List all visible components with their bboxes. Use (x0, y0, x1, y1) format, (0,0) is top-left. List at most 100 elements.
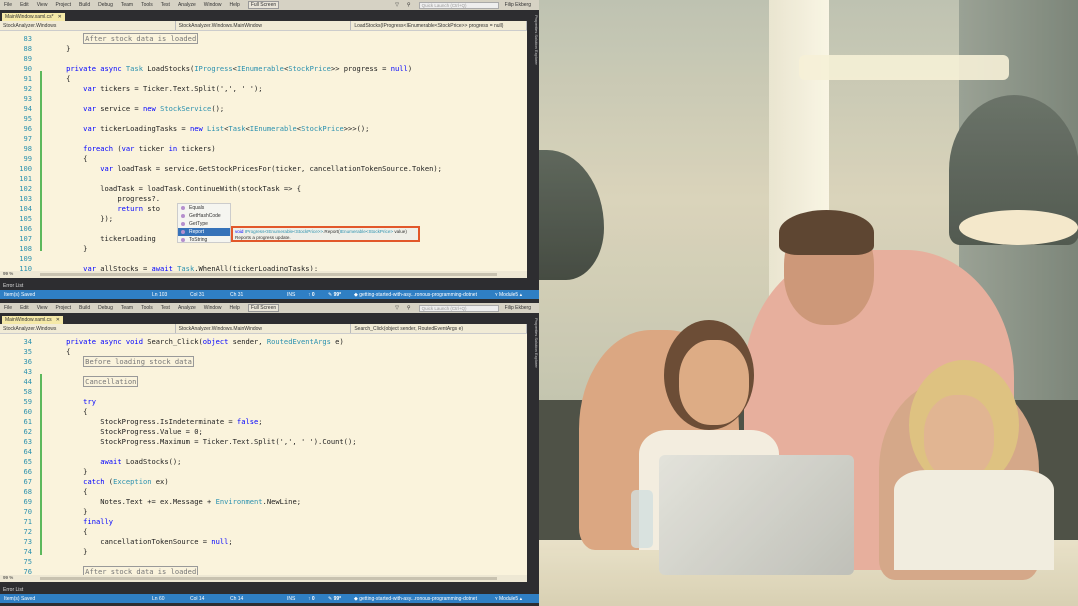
nav-dropdown[interactable]: StockAnalyzer.Windows.MainWindow (176, 21, 352, 30)
code-line[interactable]: { (49, 527, 87, 537)
menu-item[interactable]: Analyze (178, 305, 196, 311)
completion-item[interactable]: Equals (178, 204, 230, 212)
document-tab[interactable]: MainWindow.xaml.cs* ✕ (2, 13, 65, 21)
code-line[interactable]: StockProgress.Maximum = Ticker.Text.Spli… (49, 437, 356, 447)
repository[interactable]: ◆ getting-started-with-asy...ronous-prog… (354, 292, 477, 298)
menu-item[interactable]: Project (55, 305, 71, 311)
side-panel-tabs[interactable]: Properties Solution Explorer (527, 11, 539, 268)
scroll-thumb[interactable] (40, 273, 497, 276)
code-line[interactable]: var allStocks = await Task.WhenAll(ticke… (49, 264, 318, 271)
menu-item[interactable]: Debug (98, 305, 113, 311)
pencil-count[interactable]: ✎ 99* (328, 596, 341, 602)
full-screen-button[interactable]: Full Screen (247, 304, 280, 312)
code-line[interactable]: StockProgress.Value = 0; (49, 427, 203, 437)
document-tab[interactable]: MainWindow.xaml.cs ✕ (2, 316, 63, 324)
code-line[interactable]: cancellationTokenSource = null; (49, 537, 232, 547)
menu-item[interactable]: Build (79, 305, 90, 311)
code-line[interactable]: private async void Search_Click(object s… (49, 337, 344, 347)
quick-launch-input[interactable]: Quick Launch (Ctrl+Q) (418, 304, 499, 312)
feedback-icon[interactable]: ⚲ (407, 305, 411, 311)
code-line[interactable]: var tickerLoadingTasks = new List<Task<I… (49, 124, 369, 134)
filter-icon[interactable]: ▽ (395, 305, 399, 311)
code-line[interactable]: loadTask = loadTask.ContinueWith(stockTa… (49, 184, 301, 194)
code-line[interactable]: private async Task LoadStocks(IProgress<… (49, 64, 412, 74)
error-list-tab[interactable]: Error List (0, 278, 539, 290)
code-line[interactable]: } (49, 467, 87, 477)
completion-item-selected[interactable]: Report (178, 228, 230, 236)
side-panel-tabs[interactable]: Properties Solution Explorer (527, 314, 539, 572)
code-line[interactable]: StockProgress.IsIndeterminate = false; (49, 417, 262, 427)
menu-item[interactable]: Test (161, 305, 170, 311)
code-line[interactable]: } (49, 244, 87, 254)
menu-item[interactable]: Edit (20, 305, 29, 311)
code-line[interactable]: { (49, 347, 70, 357)
zoom-level[interactable]: 99 % (3, 575, 13, 580)
menu-item[interactable]: Debug (98, 2, 113, 8)
horizontal-scrollbar[interactable]: 99 % (0, 271, 527, 278)
code-line[interactable]: After stock data is loaded (49, 33, 199, 44)
menu-item[interactable]: File (4, 2, 12, 8)
scroll-thumb[interactable] (40, 577, 497, 580)
code-line[interactable]: var service = new StockService(); (49, 104, 224, 114)
branch[interactable]: ʏ Module5 ▴ (495, 292, 522, 298)
branch[interactable]: ʏ Module5 ▴ (495, 596, 522, 602)
code-line[interactable]: After stock data is loaded (49, 566, 199, 575)
code-line[interactable]: Cancellation (49, 376, 139, 387)
menu-item[interactable]: Analyze (178, 2, 196, 8)
close-icon[interactable]: ✕ (58, 14, 62, 20)
error-list-tab[interactable]: Error List (0, 582, 539, 594)
user-name[interactable]: Filip Ekberg (505, 2, 531, 8)
completion-item[interactable]: GetHashCode (178, 212, 230, 220)
code-line[interactable]: try (49, 397, 96, 407)
code-line[interactable]: foreach (var ticker in tickers) (49, 144, 215, 154)
code-line[interactable]: { (49, 487, 87, 497)
code-line[interactable]: { (49, 154, 87, 164)
menu-item[interactable]: Build (79, 2, 90, 8)
nav-dropdown[interactable]: LoadStocks(IProgress<IEnumerable<StockPr… (351, 21, 528, 30)
user-name[interactable]: Filip Ekberg (505, 305, 531, 311)
full-screen-button[interactable]: Full Screen (247, 1, 280, 9)
menu-item[interactable]: Project (55, 2, 71, 8)
nav-dropdown[interactable]: StockAnalyzer.Windows.MainWindow (176, 324, 352, 333)
repository[interactable]: ◆ getting-started-with-asy...ronous-prog… (354, 596, 477, 602)
code-line[interactable]: { (49, 407, 87, 417)
code-line[interactable]: Notes.Text += ex.Message + Environment.N… (49, 497, 301, 507)
code-line[interactable]: Before loading stock data (49, 356, 194, 367)
completion-item[interactable]: ToString (178, 236, 230, 244)
code-line[interactable]: } (49, 507, 87, 517)
code-line[interactable]: progress?. (49, 194, 160, 204)
nav-dropdown[interactable]: StockAnalyzer.Windows (0, 324, 176, 333)
code-line[interactable]: tickerLoading (49, 234, 156, 244)
menu-item[interactable]: Tools (141, 2, 153, 8)
close-icon[interactable]: ✕ (56, 317, 60, 323)
menu-item[interactable]: Team (121, 2, 133, 8)
pencil-count[interactable]: ✎ 99* (328, 292, 341, 298)
code-line[interactable]: var tickers = Ticker.Text.Split(',', ' '… (49, 84, 262, 94)
nav-dropdown[interactable]: StockAnalyzer.Windows (0, 21, 176, 30)
completion-item[interactable]: GetType (178, 220, 230, 228)
menu-item[interactable]: Help (230, 305, 240, 311)
menu-item[interactable]: Window (204, 305, 222, 311)
code-line[interactable]: } (49, 547, 87, 557)
code-line[interactable]: } (49, 44, 70, 54)
code-line[interactable]: await LoadStocks(); (49, 457, 181, 467)
code-editor[interactable]: 34 private async void Search_Click(objec… (0, 334, 527, 575)
quick-launch-input[interactable]: Quick Launch (Ctrl+Q) (418, 1, 499, 9)
menu-item[interactable]: Tools (141, 305, 153, 311)
menu-item[interactable]: Edit (20, 2, 29, 8)
code-line[interactable]: catch (Exception ex) (49, 477, 168, 487)
menu-item[interactable]: View (37, 305, 48, 311)
menu-item[interactable]: Test (161, 2, 170, 8)
pending-changes[interactable]: ↑ 0 (308, 292, 315, 298)
filter-icon[interactable]: ▽ (395, 2, 399, 8)
zoom-level[interactable]: 99 % (3, 271, 13, 276)
code-line[interactable]: { (49, 74, 70, 84)
nav-dropdown[interactable]: Search_Click(object sender, RoutedEventA… (351, 324, 528, 333)
feedback-icon[interactable]: ⚲ (407, 2, 411, 8)
pending-changes[interactable]: ↑ 0 (308, 596, 315, 602)
code-line[interactable]: finally (49, 517, 113, 527)
code-line[interactable]: var loadTask = service.GetStockPricesFor… (49, 164, 442, 174)
menu-item[interactable]: Team (121, 305, 133, 311)
menu-item[interactable]: View (37, 2, 48, 8)
menu-item[interactable]: Window (204, 2, 222, 8)
